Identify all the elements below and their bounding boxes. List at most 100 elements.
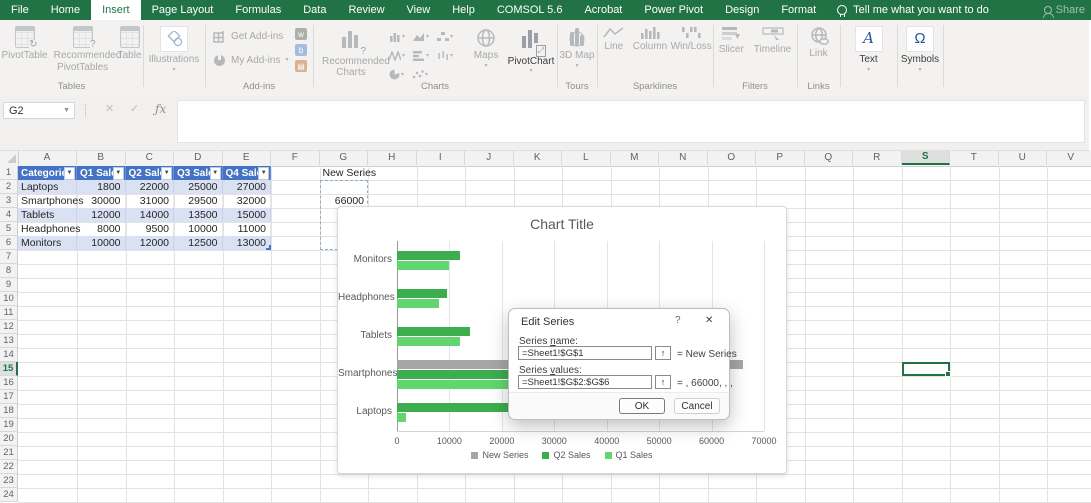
- tab-design[interactable]: Design: [714, 0, 770, 20]
- pivotchart-button[interactable]: ⤢ PivotChart ▾: [505, 22, 557, 81]
- cell-G1[interactable]: New Series: [320, 166, 369, 180]
- table-cell[interactable]: 11000: [223, 222, 272, 236]
- column-sparkline-button[interactable]: Column: [633, 26, 667, 53]
- column-header-I[interactable]: I: [417, 150, 466, 165]
- row-header-19[interactable]: 19: [0, 418, 18, 432]
- hierarchy-chart-icon[interactable]: ▾: [437, 32, 453, 42]
- series-values-input[interactable]: [518, 375, 652, 389]
- column-header-P[interactable]: P: [756, 150, 805, 165]
- share-button[interactable]: Share: [1044, 0, 1091, 20]
- bar-q1-sales-tablets[interactable]: [397, 337, 460, 346]
- table-header-cell[interactable]: Q4 Sales▼: [223, 166, 272, 180]
- filter-dropdown-icon[interactable]: ▼: [113, 167, 124, 180]
- column-header-O[interactable]: O: [708, 150, 757, 165]
- tab-comsol-5-6[interactable]: COMSOL 5.6: [486, 0, 574, 20]
- recommended-charts-button[interactable]: ? Recommended Charts: [313, 22, 389, 81]
- illustrations-button[interactable]: Illustrations ▾: [143, 20, 205, 72]
- tab-formulas[interactable]: Formulas: [224, 0, 292, 20]
- selected-cell-S15[interactable]: [902, 362, 951, 376]
- table-cell[interactable]: 27000: [223, 180, 272, 194]
- chevron-down-icon[interactable]: ▼: [63, 107, 74, 114]
- insert-function-icon[interactable]: ƒx: [155, 102, 166, 116]
- slicer-button[interactable]: Slicer: [719, 26, 744, 56]
- stock-chart-icon[interactable]: ▾: [437, 51, 453, 61]
- bar-q2-sales-monitors[interactable]: [397, 251, 460, 260]
- link-button[interactable]: Link: [797, 20, 840, 60]
- get-addins-button[interactable]: Get Add-ins: [213, 28, 288, 44]
- chart-title[interactable]: Chart Title: [338, 216, 786, 232]
- bing-app-icon[interactable]: b: [295, 44, 307, 56]
- pivottable-button[interactable]: ↻ PivotTable: [1, 20, 47, 73]
- row-header-16[interactable]: 16: [0, 376, 18, 390]
- tab-insert[interactable]: Insert: [91, 0, 141, 20]
- chart-legend[interactable]: New SeriesQ2 SalesQ1 Sales: [338, 450, 786, 460]
- row-header-17[interactable]: 17: [0, 390, 18, 404]
- enter-entry-icon[interactable]: ✓: [130, 102, 139, 115]
- table-cell[interactable]: Laptops: [18, 180, 77, 194]
- store-app-icon[interactable]: w: [295, 28, 307, 40]
- tab-view[interactable]: View: [396, 0, 442, 20]
- column-header-G[interactable]: G: [320, 150, 369, 165]
- table-cell[interactable]: 12000: [77, 208, 126, 222]
- column-header-C[interactable]: C: [126, 150, 175, 165]
- row-header-4[interactable]: 4: [0, 208, 18, 222]
- tab-power-pivot[interactable]: Power Pivot: [633, 0, 714, 20]
- row-header-8[interactable]: 8: [0, 264, 18, 278]
- tab-help[interactable]: Help: [441, 0, 486, 20]
- row-header-6[interactable]: 6: [0, 236, 18, 250]
- bar-q1-sales-headphones[interactable]: [397, 299, 439, 308]
- bar-q2-sales-headphones[interactable]: [397, 289, 447, 298]
- column-header-T[interactable]: T: [950, 150, 999, 165]
- row-header-3[interactable]: 3: [0, 194, 18, 208]
- table-cell[interactable]: 30000: [77, 194, 126, 208]
- column-header-U[interactable]: U: [999, 150, 1048, 165]
- bar-chart-icon[interactable]: ▾: [413, 51, 429, 61]
- close-icon[interactable]: ✕: [705, 315, 713, 326]
- table-resize-handle[interactable]: [266, 245, 271, 250]
- table-cell[interactable]: Monitors: [18, 236, 77, 250]
- tab-review[interactable]: Review: [337, 0, 395, 20]
- table-cell[interactable]: 9500: [126, 222, 175, 236]
- table-cell[interactable]: 12000: [126, 236, 175, 250]
- symbols-button[interactable]: Ω Symbols ▾: [897, 20, 943, 72]
- table-cell[interactable]: 29500: [174, 194, 223, 208]
- line-chart-icon[interactable]: ▾: [389, 51, 405, 61]
- column-header-K[interactable]: K: [514, 150, 563, 165]
- maps-button[interactable]: Maps ▾: [467, 22, 505, 81]
- table-cell[interactable]: 32000: [223, 194, 272, 208]
- column-header-R[interactable]: R: [853, 150, 902, 165]
- tell-me-box[interactable]: Tell me what you want to do: [827, 0, 999, 20]
- row-header-1[interactable]: 1: [0, 166, 18, 180]
- table-cell[interactable]: 15000: [223, 208, 272, 222]
- row-header-21[interactable]: 21: [0, 446, 18, 460]
- table-cell[interactable]: 31000: [126, 194, 175, 208]
- legend-item[interactable]: Q1 Sales: [605, 450, 653, 460]
- text-button[interactable]: A Text ▾: [840, 20, 897, 72]
- column-header-S[interactable]: S: [902, 150, 951, 165]
- column-header-M[interactable]: M: [611, 150, 660, 165]
- recommended-pivottables-button[interactable]: ? Recommended PivotTables: [54, 20, 112, 73]
- filter-dropdown-icon[interactable]: ▼: [258, 167, 269, 180]
- 3d-map-button[interactable]: 3D Map ▾: [559, 20, 595, 68]
- column-header-J[interactable]: J: [465, 150, 514, 165]
- bar-q2-sales-tablets[interactable]: [397, 327, 470, 336]
- row-header-15[interactable]: 15: [0, 362, 18, 376]
- filter-dropdown-icon[interactable]: ▼: [210, 167, 221, 180]
- table-cell[interactable]: 13500: [174, 208, 223, 222]
- tab-page-layout[interactable]: Page Layout: [141, 0, 225, 20]
- legend-item[interactable]: Q2 Sales: [542, 450, 590, 460]
- table-cell[interactable]: Headphones: [18, 222, 77, 236]
- ok-button[interactable]: OK: [619, 398, 665, 414]
- row-header-7[interactable]: 7: [0, 250, 18, 264]
- row-header-18[interactable]: 18: [0, 404, 18, 418]
- tab-file[interactable]: File: [0, 0, 40, 20]
- row-header-24[interactable]: 24: [0, 488, 18, 502]
- line-sparkline-button[interactable]: Line: [603, 26, 625, 53]
- select-all-corner[interactable]: [0, 150, 19, 165]
- tab-format[interactable]: Format: [770, 0, 827, 20]
- column-header-N[interactable]: N: [659, 150, 708, 165]
- table-header-cell[interactable]: Q1 Sales▼: [77, 166, 126, 180]
- bar-q1-sales-monitors[interactable]: [397, 261, 449, 270]
- winloss-sparkline-button[interactable]: Win/Loss: [675, 26, 707, 53]
- area-chart-icon[interactable]: ▾: [413, 32, 429, 42]
